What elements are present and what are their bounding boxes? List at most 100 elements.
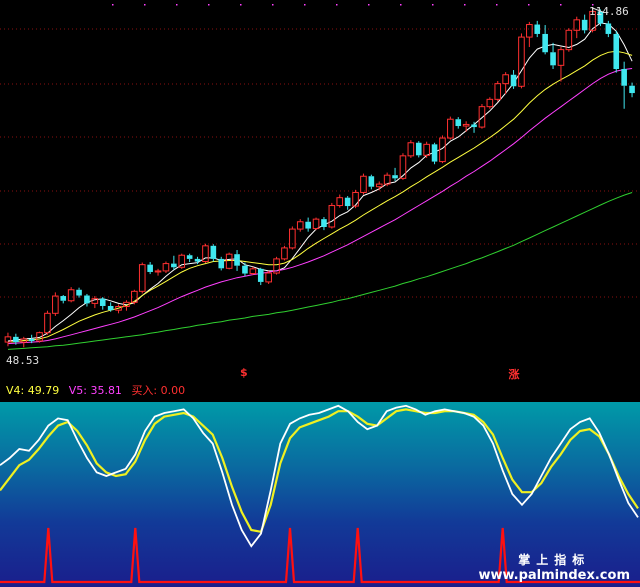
candle [202,243,209,264]
candle [621,61,627,109]
candle-body-up [265,272,272,283]
candle [186,253,193,263]
candle [368,174,375,190]
candle-body-down [415,142,422,156]
candle [510,70,517,89]
candle-body-up [328,205,336,228]
candle-body-up [281,247,288,260]
candle [257,267,264,286]
candle-body-down [234,254,240,266]
candle-body-up [154,270,162,273]
candle-body-down [147,264,153,272]
candle-body-down [471,124,477,128]
top-dot [496,4,498,6]
candle [249,266,257,276]
candle-body-down [550,52,556,66]
candle [234,250,240,271]
candle-body-down [76,289,82,296]
top-dot [304,4,306,6]
candle [281,245,288,261]
candle-body-down [581,19,588,31]
top-dot [368,4,370,6]
candle [518,33,525,89]
top-dot [208,4,210,6]
candle [455,117,462,129]
candle-body-up [375,183,383,188]
candle [557,47,565,82]
candle-body-up [312,218,320,230]
top-dot [464,4,466,6]
candle [360,173,367,195]
candle-body-down [305,221,311,229]
candle-body-down [368,176,375,187]
top-dot [400,4,402,6]
candle-body-down [210,245,217,259]
candle-body-down [218,258,225,269]
candle-body-up [526,24,533,38]
candle [534,20,541,38]
price-panel: 114.86 48.53 $ 涨 [0,0,640,381]
top-dot [336,4,338,6]
candle [138,262,146,294]
candle-body-down [621,68,627,86]
candle-body-down [107,305,114,311]
candle [312,217,320,231]
top-dot [240,4,242,6]
indicator-legend: V4: 49.79 V5: 35.81 买入: 0.00 [0,380,640,402]
candle [550,42,556,69]
candle [218,256,225,271]
ma-line-0 [7,22,633,342]
candle-body-up [360,175,367,193]
candle [565,28,573,52]
top-dot [176,4,178,6]
candle-body-down [629,85,635,94]
candle-body-down [194,258,201,262]
signal-marker-dollar: $ [239,366,248,379]
candle [526,21,533,48]
candle-body-up [494,83,502,100]
top-dot [432,4,434,6]
candle [273,256,280,275]
candle [375,181,383,191]
candlestick-chart [0,4,640,350]
candle [84,293,90,307]
ma-line-3 [7,192,633,350]
candle [462,121,470,132]
candle [296,219,304,232]
high-price-label: 114.86 [589,5,629,18]
candle-body-down [242,265,248,274]
top-dot [560,4,562,6]
candle [629,82,635,98]
candle [447,116,454,140]
candle-body-up [352,191,359,207]
candle-body-up [44,312,51,334]
candle-body-up [478,106,486,128]
candle-body-up [289,228,296,249]
candle [431,142,438,165]
low-price-label: 48.53 [6,354,40,367]
candle [242,262,248,277]
candle-body-down [455,119,462,127]
legend-buy: 买入: 0.00 [131,384,186,397]
candle [494,81,502,102]
candle-body-up [249,268,257,275]
candle [91,296,99,309]
top-dot [144,4,146,6]
candle [67,287,75,303]
candle [573,16,581,39]
candle-body-down [60,296,67,301]
candle-body-up [407,142,415,157]
candle-body-up [52,295,59,314]
candle [392,167,398,181]
candle [147,262,153,275]
candle-body-down [613,33,620,69]
candle-body-up [486,98,494,108]
candle [581,14,588,34]
candle [542,25,548,55]
top-dot [112,4,114,6]
candle-body-up [462,123,470,127]
candle-body-up [502,74,509,85]
candle [415,141,422,158]
candle [407,140,415,158]
candle [60,294,67,304]
